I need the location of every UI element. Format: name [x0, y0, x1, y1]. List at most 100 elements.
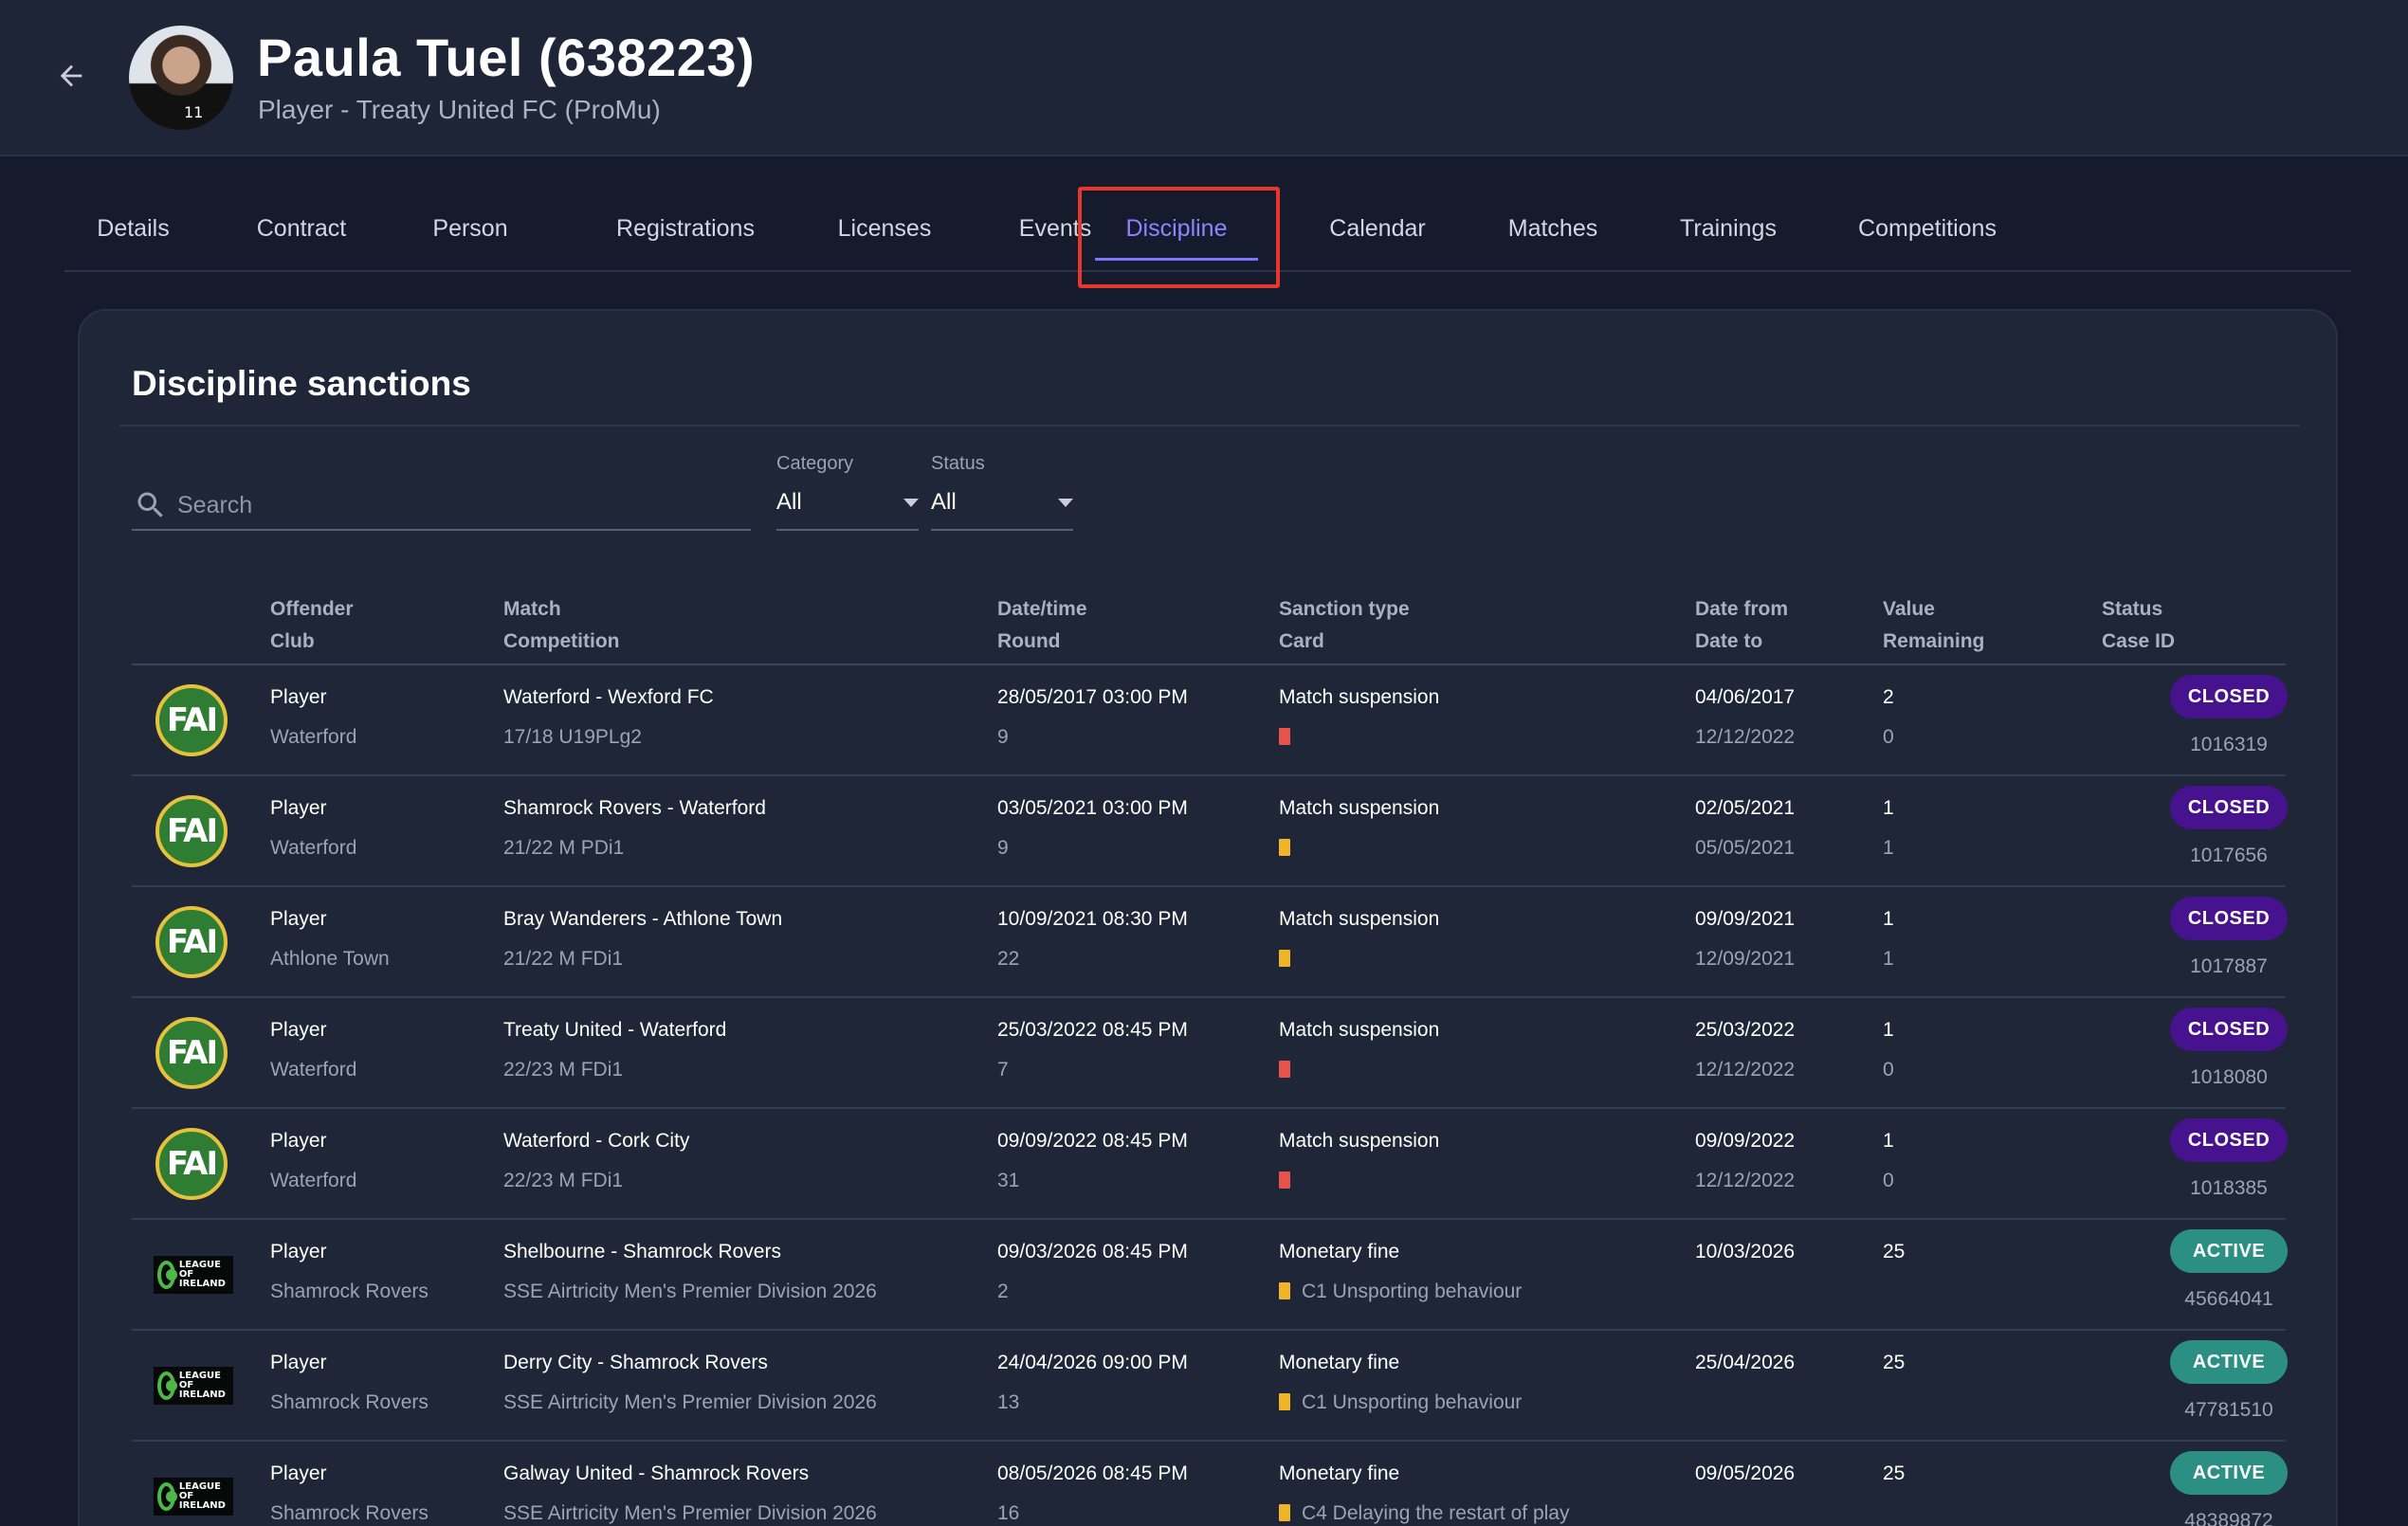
status-badge: CLOSED — [2170, 1118, 2288, 1162]
tab-details[interactable]: Details — [79, 186, 188, 272]
search-field — [132, 481, 751, 531]
date-to: 12/12/2022 — [1695, 726, 1796, 748]
table-row[interactable]: LEAGUE OF IRELAND Player Shamrock Rovers Ga… — [132, 1442, 2288, 1526]
date-from: 02/05/2021 — [1695, 797, 1796, 819]
offender: Player — [270, 1241, 327, 1263]
value: 1 — [1883, 797, 1894, 819]
tab-licenses[interactable]: Licenses — [790, 186, 979, 272]
category-value: All — [776, 489, 802, 515]
column-header-datetime[interactable]: Date/time Round — [997, 593, 1087, 658]
league-of-ireland-logo: LEAGUE OF IRELAND — [154, 1478, 233, 1516]
back-button[interactable] — [47, 52, 95, 100]
fai-logo: FAI — [155, 906, 228, 978]
case-id: 45664041 — [2184, 1288, 2273, 1310]
profile-header: 11 Paula Tuel (638223) Player - Treaty U… — [0, 0, 2408, 156]
table-row[interactable]: LEAGUE OF IRELAND Player Shamrock Rovers Sh… — [132, 1220, 2288, 1331]
date-from: 10/03/2026 — [1695, 1241, 1796, 1263]
remaining: 1 — [1883, 948, 1894, 970]
club: Waterford — [270, 837, 357, 859]
case-id: 1018080 — [2190, 1066, 2268, 1088]
card-cell — [1279, 726, 1302, 749]
table-row[interactable]: LEAGUE OF IRELAND Player Shamrock Rovers De… — [132, 1331, 2288, 1442]
tab-contract[interactable]: Contract — [240, 186, 363, 272]
club: Shamrock Rovers — [270, 1281, 429, 1302]
date-to: 12/12/2022 — [1695, 1059, 1796, 1081]
table-row[interactable]: FAI Player Waterford Waterford - Cork City 2… — [132, 1109, 2288, 1220]
fai-logo: FAI — [155, 1128, 228, 1200]
card-cell — [1279, 837, 1302, 860]
status-badge: ACTIVE — [2170, 1451, 2288, 1495]
match: Waterford - Wexford FC — [503, 686, 714, 708]
avatar: 11 — [129, 26, 233, 130]
tab-registrations[interactable]: Registrations — [576, 186, 794, 272]
round: 22 — [997, 948, 1020, 970]
column-header-dates[interactable]: Date from Date to — [1695, 593, 1788, 658]
card-cell — [1279, 1059, 1302, 1081]
sanction-type: Match suspension — [1279, 908, 1440, 930]
card-cell: C1 Unsporting behaviour — [1279, 1391, 1522, 1414]
tab-trainings[interactable]: Trainings — [1633, 186, 1823, 272]
value: 25 — [1883, 1352, 1906, 1373]
chevron-down-icon — [1058, 499, 1073, 507]
column-header-match[interactable]: Match Competition — [503, 593, 619, 658]
sanction-type: Match suspension — [1279, 797, 1440, 819]
case-id: 1017887 — [2190, 955, 2268, 977]
date-to: 12/12/2022 — [1695, 1170, 1796, 1191]
date-to: 05/05/2021 — [1695, 837, 1796, 859]
sanction-type: Monetary fine — [1279, 1352, 1400, 1373]
case-id: 1016319 — [2190, 734, 2268, 755]
table-row[interactable]: FAI Player Waterford Treaty United - Waterf… — [132, 998, 2288, 1109]
red-card-icon — [1279, 1172, 1290, 1189]
column-header-sanction-type[interactable]: Sanction type Card — [1279, 593, 1410, 658]
tab-person[interactable]: Person — [413, 186, 527, 272]
red-card-icon — [1279, 1061, 1290, 1078]
search-icon — [137, 492, 163, 518]
round: 9 — [997, 837, 1009, 859]
tab-competitions[interactable]: Competitions — [1809, 186, 2046, 272]
card-description: C4 Delaying the restart of play — [1302, 1502, 1570, 1524]
offender: Player — [270, 908, 327, 930]
date-from: 25/03/2022 — [1695, 1019, 1796, 1041]
offender: Player — [270, 686, 327, 708]
match: Treaty United - Waterford — [503, 1019, 727, 1041]
column-header-value[interactable]: Value Remaining — [1883, 593, 1984, 658]
tab-matches[interactable]: Matches — [1463, 186, 1643, 272]
value: 25 — [1883, 1241, 1906, 1263]
match-datetime: 03/05/2021 03:00 PM — [997, 797, 1188, 819]
card-cell: C4 Delaying the restart of play — [1279, 1502, 1569, 1525]
match-datetime: 25/03/2022 08:45 PM — [997, 1019, 1188, 1041]
tab-calendar[interactable]: Calendar — [1297, 186, 1458, 272]
search-input[interactable] — [177, 491, 737, 519]
sanction-type: Monetary fine — [1279, 1241, 1400, 1263]
table-row[interactable]: FAI Player Waterford Waterford - Wexford FC… — [132, 665, 2288, 776]
column-header-offender[interactable]: Offender Club — [270, 593, 354, 658]
page-title: Paula Tuel (638223) — [257, 27, 756, 87]
category-select[interactable]: Category All — [776, 453, 919, 531]
match-datetime: 10/09/2021 08:30 PM — [997, 908, 1188, 930]
avatar-jersey-number: 11 — [184, 103, 204, 121]
value: 25 — [1883, 1462, 1906, 1484]
fai-logo: FAI — [155, 1017, 228, 1089]
tab-discipline[interactable]: Discipline — [1085, 186, 1268, 272]
table-row[interactable]: FAI Player Athlone Town Bray Wanderers - At… — [132, 887, 2288, 998]
divider — [119, 425, 2300, 427]
value: 2 — [1883, 686, 1894, 708]
category-label: Category — [776, 453, 854, 474]
round: 7 — [997, 1059, 1009, 1081]
competition: 21/22 M PDi1 — [503, 837, 625, 859]
tab-bar: Details Contract Person Registrations Li… — [64, 186, 2351, 272]
page-subtitle: Player - Treaty United FC (ProMu) — [258, 95, 661, 124]
date-from: 09/09/2021 — [1695, 908, 1796, 930]
league-of-ireland-logo: LEAGUE OF IRELAND — [154, 1367, 233, 1405]
column-header-status[interactable]: Status Case ID — [2102, 593, 2175, 658]
card-description: C1 Unsporting behaviour — [1302, 1281, 1523, 1302]
card-title: Discipline sanctions — [132, 364, 471, 403]
status-select[interactable]: Status All — [931, 453, 1073, 531]
yellow-card-icon — [1279, 1282, 1290, 1299]
club: Waterford — [270, 726, 357, 748]
table-row[interactable]: FAI Player Waterford Shamrock Rovers - Wate… — [132, 776, 2288, 887]
status-badge: ACTIVE — [2170, 1340, 2288, 1384]
remaining: 0 — [1883, 1170, 1894, 1191]
status-badge: CLOSED — [2170, 1008, 2288, 1051]
match-datetime: 09/03/2026 08:45 PM — [997, 1241, 1188, 1263]
